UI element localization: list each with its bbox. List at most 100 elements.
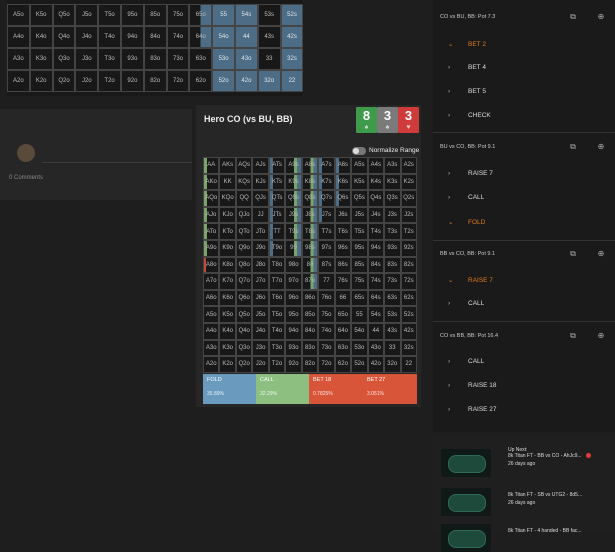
hero-range-cell[interactable]: 77 [318, 273, 335, 290]
hero-range-cell[interactable]: 65o [334, 306, 352, 323]
hero-range-cell[interactable]: K9o [219, 240, 236, 257]
add-circle-icon[interactable]: ⊕ [597, 250, 605, 258]
hero-range-cell[interactable]: Q9s [285, 190, 302, 207]
summary-call[interactable]: CALL 32.29% [256, 374, 309, 404]
hero-range-cell[interactable]: K4s [367, 173, 385, 191]
top-range-cell[interactable]: 42s [280, 26, 304, 48]
hero-range-cell[interactable]: K3s [384, 173, 401, 191]
hero-range-cell[interactable]: J4o [252, 323, 269, 340]
hero-range-cell[interactable]: 98o [285, 256, 302, 274]
top-range-cell[interactable]: 82o [143, 70, 167, 92]
hero-range-cell[interactable]: 62o [334, 356, 352, 373]
top-range-cell[interactable]: 52o [212, 70, 235, 92]
top-range-cell[interactable]: 44 [235, 26, 258, 48]
hero-range-cell[interactable]: 98s [301, 240, 319, 257]
top-range-cell[interactable]: T2o [98, 70, 121, 92]
hero-range-cell[interactable]: KTs [268, 173, 286, 191]
hero-range-cell[interactable]: A9o [203, 240, 220, 257]
top-range-cell[interactable]: 53s [257, 4, 281, 26]
top-range-cell[interactable]: Q3o [52, 48, 76, 70]
hero-range-cell[interactable]: K2o [219, 356, 236, 373]
hero-range-cell[interactable]: J8o [252, 256, 269, 274]
hero-range-cell[interactable]: 96o [285, 289, 302, 307]
hero-range-cell[interactable]: KK [219, 173, 236, 191]
hero-range-cell[interactable]: 82o [301, 356, 319, 373]
top-range-cell[interactable]: 32o [257, 70, 281, 92]
hero-range-cell[interactable]: KJo [219, 206, 236, 224]
top-range-cell[interactable]: K5o [29, 4, 53, 26]
hero-range-cell[interactable]: 53o [351, 339, 368, 357]
hero-range-cell[interactable]: 92o [285, 356, 302, 373]
action-option[interactable]: › RAISE 27 [448, 406, 497, 413]
hero-range-cell[interactable]: JJ [252, 206, 269, 224]
hero-range-cell[interactable]: QQ [235, 190, 253, 207]
top-range-cell[interactable]: K4o [29, 26, 53, 48]
top-range-cell[interactable]: J4o [75, 26, 99, 48]
hero-range-cell[interactable]: J6o [252, 289, 269, 307]
hero-range-cell[interactable]: 86o [301, 289, 319, 307]
hero-range-cell[interactable]: Q5s [351, 190, 368, 207]
hero-range-cell[interactable]: 63s [384, 289, 401, 307]
hero-range-cell[interactable]: Q3s [384, 190, 401, 207]
action-option[interactable]: › BET 5 [448, 88, 486, 95]
hero-range-cell[interactable]: J9s [285, 206, 302, 224]
hero-range-cell[interactable]: QJs [252, 190, 269, 207]
hero-range-cell[interactable]: 74s [367, 273, 385, 290]
avatar[interactable] [17, 144, 35, 162]
action-option[interactable]: › CALL [448, 300, 484, 307]
hero-range-cell[interactable]: 88 [301, 256, 319, 274]
hero-range-cell[interactable]: K6o [219, 289, 236, 307]
hero-range-cell[interactable]: 76o [318, 289, 335, 307]
hero-range-cell[interactable]: 92s [400, 240, 417, 257]
hero-range-cell[interactable]: Q6s [334, 190, 352, 207]
hero-range-cell[interactable]: A7o [203, 273, 220, 290]
hero-range-cell[interactable]: 94s [367, 240, 385, 257]
summary-fold[interactable]: FOLD 35.89% [203, 374, 256, 404]
hero-range-cell[interactable]: A9s [285, 157, 302, 174]
hero-range-cell[interactable]: A4s [367, 157, 385, 174]
hero-range-cell[interactable]: J8s [301, 206, 319, 224]
hero-range-cell[interactable]: 75o [318, 306, 335, 323]
hero-range-cell[interactable]: AQs [235, 157, 253, 174]
hero-range-cell[interactable]: 42s [400, 323, 417, 340]
hero-range-cell[interactable]: 43o [367, 339, 385, 357]
hero-range-cell[interactable]: J3o [252, 339, 269, 357]
action-option[interactable]: › RAISE 18 [448, 382, 497, 389]
hero-range-cell[interactable]: T4o [268, 323, 286, 340]
top-range-cell[interactable]: 93o [121, 48, 144, 70]
hero-range-cell[interactable]: K6s [334, 173, 352, 191]
hero-range-cell[interactable]: 64s [367, 289, 385, 307]
copy-icon[interactable]: ⧉ [569, 143, 577, 151]
hero-range-cell[interactable]: K2s [400, 173, 417, 191]
hero-range-cell[interactable]: J4s [367, 206, 385, 224]
hero-range-cell[interactable]: A5s [351, 157, 368, 174]
hero-range-cell[interactable]: J5o [252, 306, 269, 323]
action-option[interactable]: ⌄ FOLD [448, 218, 485, 226]
top-range-cell[interactable]: 64o [189, 26, 213, 48]
hero-range-cell[interactable]: AJo [203, 206, 220, 224]
top-range-cell[interactable]: T4o [98, 26, 121, 48]
top-range-cell[interactable]: 73o [166, 48, 190, 70]
top-range-cell[interactable]: 62o [189, 70, 213, 92]
hero-range-cell[interactable]: K5o [219, 306, 236, 323]
hero-range-cell[interactable]: ATs [268, 157, 286, 174]
action-option[interactable]: › CALL [448, 194, 484, 201]
top-range-cell[interactable]: 33 [257, 48, 281, 70]
hero-range-cell[interactable]: Q7s [318, 190, 335, 207]
hero-range-cell[interactable]: 32o [384, 356, 401, 373]
top-range-cell[interactable]: 75o [166, 4, 190, 26]
hero-range-cell[interactable]: 97s [318, 240, 335, 257]
hero-range-cell[interactable]: 65s [351, 289, 368, 307]
hero-range-cell[interactable]: A6o [203, 289, 220, 307]
top-range-cell[interactable]: 32s [280, 48, 304, 70]
hero-range-cell[interactable]: A6s [334, 157, 352, 174]
video-thumbnail[interactable] [441, 488, 491, 516]
hero-range-cell[interactable]: 87s [318, 256, 335, 274]
video-thumbnail[interactable] [441, 524, 491, 552]
hero-range-cell[interactable]: 82s [400, 256, 417, 274]
hero-range-cell[interactable]: K7o [219, 273, 236, 290]
top-range-cell[interactable]: T3o [98, 48, 121, 70]
hero-range-cell[interactable]: J3s [384, 206, 401, 224]
hero-range-cell[interactable]: 43s [384, 323, 401, 340]
hero-range-cell[interactable]: KJs [252, 173, 269, 191]
